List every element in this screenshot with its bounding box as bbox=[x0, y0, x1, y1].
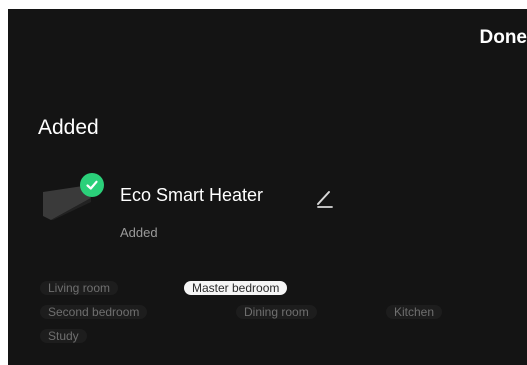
app-screen: Done Added Eco Smart Heater Added Living… bbox=[8, 9, 527, 365]
room-chip-living-room[interactable]: Living room bbox=[40, 281, 119, 295]
done-button[interactable]: Done bbox=[480, 27, 527, 49]
room-chip-second-bedroom[interactable]: Second bedroom bbox=[40, 305, 148, 319]
device-status: Added bbox=[120, 225, 158, 240]
section-title: Added bbox=[38, 116, 99, 139]
device-name: Eco Smart Heater bbox=[120, 185, 264, 205]
room-chip-study[interactable]: Study bbox=[40, 329, 87, 343]
room-chip-dining-room[interactable]: Dining room bbox=[236, 305, 317, 319]
room-chip-kitchen[interactable]: Kitchen bbox=[386, 305, 443, 319]
check-circle-icon bbox=[80, 173, 104, 197]
room-chip-master-bedroom[interactable]: Master bedroom bbox=[184, 281, 288, 295]
pencil-icon[interactable] bbox=[314, 187, 336, 209]
